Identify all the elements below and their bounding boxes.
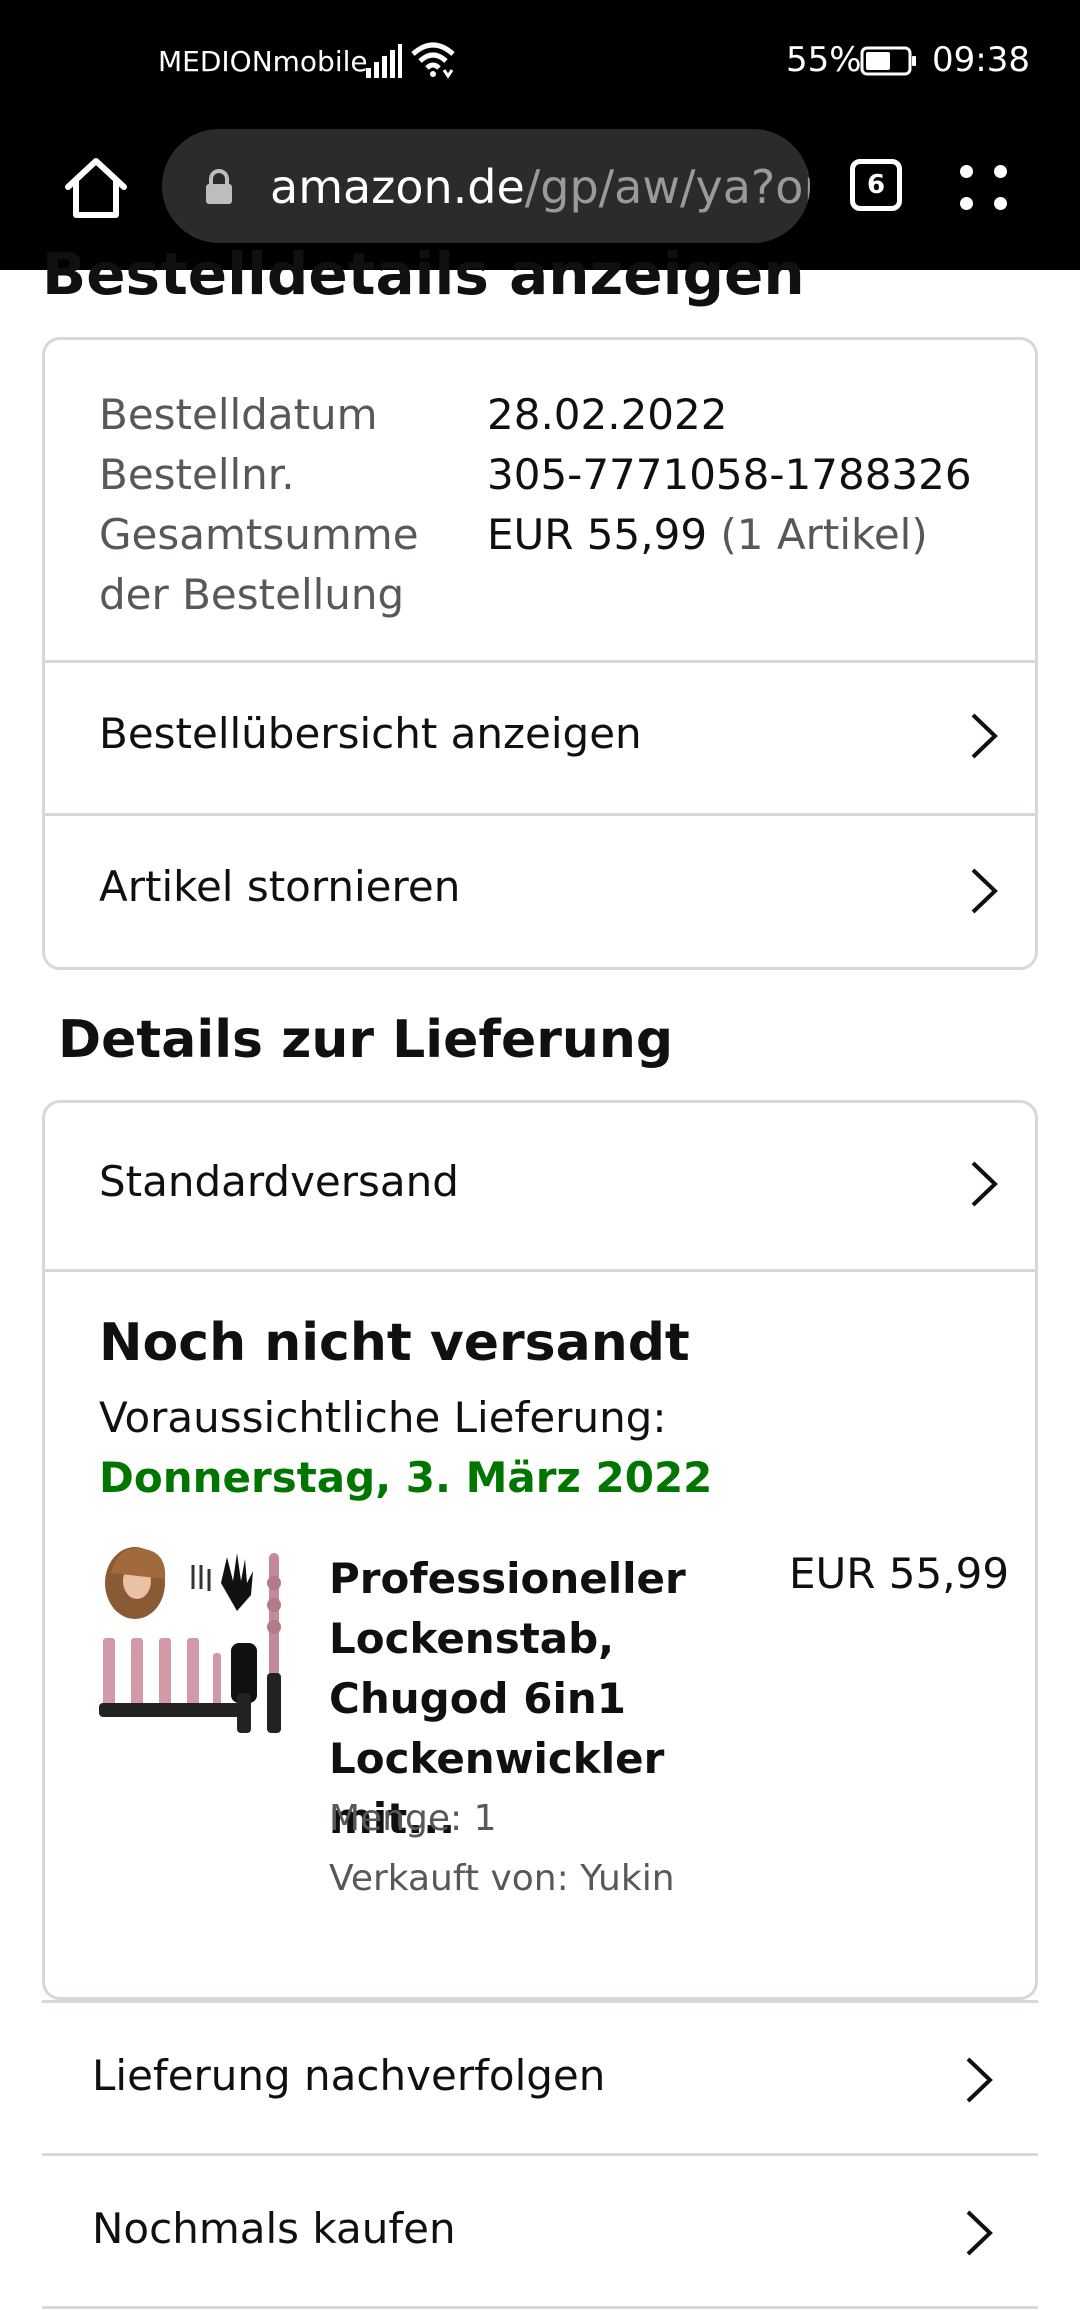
divider bbox=[45, 1269, 1035, 1272]
product-seller: Verkauft von: Yukin bbox=[329, 1858, 675, 1899]
divider bbox=[42, 2306, 1038, 2309]
chevron-right-icon bbox=[971, 1161, 998, 1207]
url-path: /gp/aw/ya?oi bbox=[524, 160, 810, 214]
product-price: EUR 55,99 bbox=[789, 1549, 1010, 1598]
cancel-items-label: Artikel stornieren bbox=[99, 862, 461, 911]
order-total-label-line2: der Bestellung bbox=[99, 570, 405, 619]
battery-icon bbox=[860, 46, 916, 76]
clock: 09:38 bbox=[932, 40, 1030, 80]
order-date-value: 28.02.2022 bbox=[487, 390, 728, 439]
order-number-label: Bestellnr. bbox=[99, 450, 295, 499]
eta-label: Voraussichtliche Lieferung: bbox=[99, 1393, 667, 1442]
order-date-label: Bestelldatum bbox=[99, 390, 378, 439]
order-item-count: (1 Artikel) bbox=[720, 510, 928, 559]
wifi-icon bbox=[411, 42, 455, 79]
page-title: Bestelldetails anzeigen bbox=[42, 240, 805, 308]
signal-icon bbox=[366, 44, 402, 78]
order-total-value: EUR 55,99 (1 Artikel) bbox=[487, 505, 928, 565]
lock-icon bbox=[206, 169, 232, 204]
url-text: amazon.de/gp/aw/ya?oi bbox=[270, 160, 810, 214]
eta-date: Donnerstag, 3. März 2022 bbox=[99, 1453, 713, 1502]
battery-percent: 55% bbox=[786, 40, 862, 80]
buy-again-link[interactable]: Nochmals kaufen bbox=[42, 2153, 1038, 2306]
chevron-right-icon bbox=[971, 868, 998, 914]
order-number-value: 305-7771058-1788326 bbox=[487, 450, 972, 499]
tab-switcher-button[interactable]: 6 bbox=[850, 159, 902, 211]
more-menu-icon[interactable] bbox=[956, 161, 1012, 215]
order-summary-card: Bestelldatum 28.02.2022 Bestellnr. 305-7… bbox=[42, 337, 1038, 970]
chevron-right-icon bbox=[966, 2210, 993, 2256]
chevron-right-icon bbox=[966, 2057, 993, 2103]
chevron-right-icon bbox=[971, 713, 998, 759]
view-order-summary-link[interactable]: Bestellübersicht anzeigen bbox=[45, 663, 1035, 813]
carrier-name: MEDIONmobile bbox=[158, 45, 368, 78]
track-package-label: Lieferung nachverfolgen bbox=[92, 2051, 606, 2100]
address-bar[interactable]: amazon.de/gp/aw/ya?oi bbox=[162, 129, 810, 243]
order-total-amount: EUR 55,99 bbox=[487, 510, 708, 559]
delivery-card: Standardversand Noch nicht versandt Vora… bbox=[42, 1100, 1038, 2000]
delivery-section-title: Details zur Lieferung bbox=[58, 1010, 674, 1070]
view-order-summary-label: Bestellübersicht anzeigen bbox=[99, 709, 642, 758]
status-bar: MEDIONmobile 55% 09:38 bbox=[0, 0, 1080, 125]
url-host: amazon.de bbox=[270, 160, 525, 214]
product-quantity: Menge: 1 bbox=[329, 1798, 497, 1839]
shipping-method-link[interactable]: Standardversand bbox=[45, 1103, 1035, 1268]
order-total-label-line1: Gesamtsumme bbox=[99, 510, 419, 559]
track-package-link[interactable]: Lieferung nachverfolgen bbox=[42, 2000, 1038, 2153]
buy-again-label: Nochmals kaufen bbox=[92, 2204, 456, 2253]
shipment-status: Noch nicht versandt bbox=[99, 1313, 690, 1373]
home-icon[interactable] bbox=[62, 155, 130, 221]
shipping-method-label: Standardversand bbox=[99, 1157, 459, 1206]
cancel-items-link[interactable]: Artikel stornieren bbox=[45, 816, 1035, 967]
product-image[interactable] bbox=[97, 1543, 287, 1743]
